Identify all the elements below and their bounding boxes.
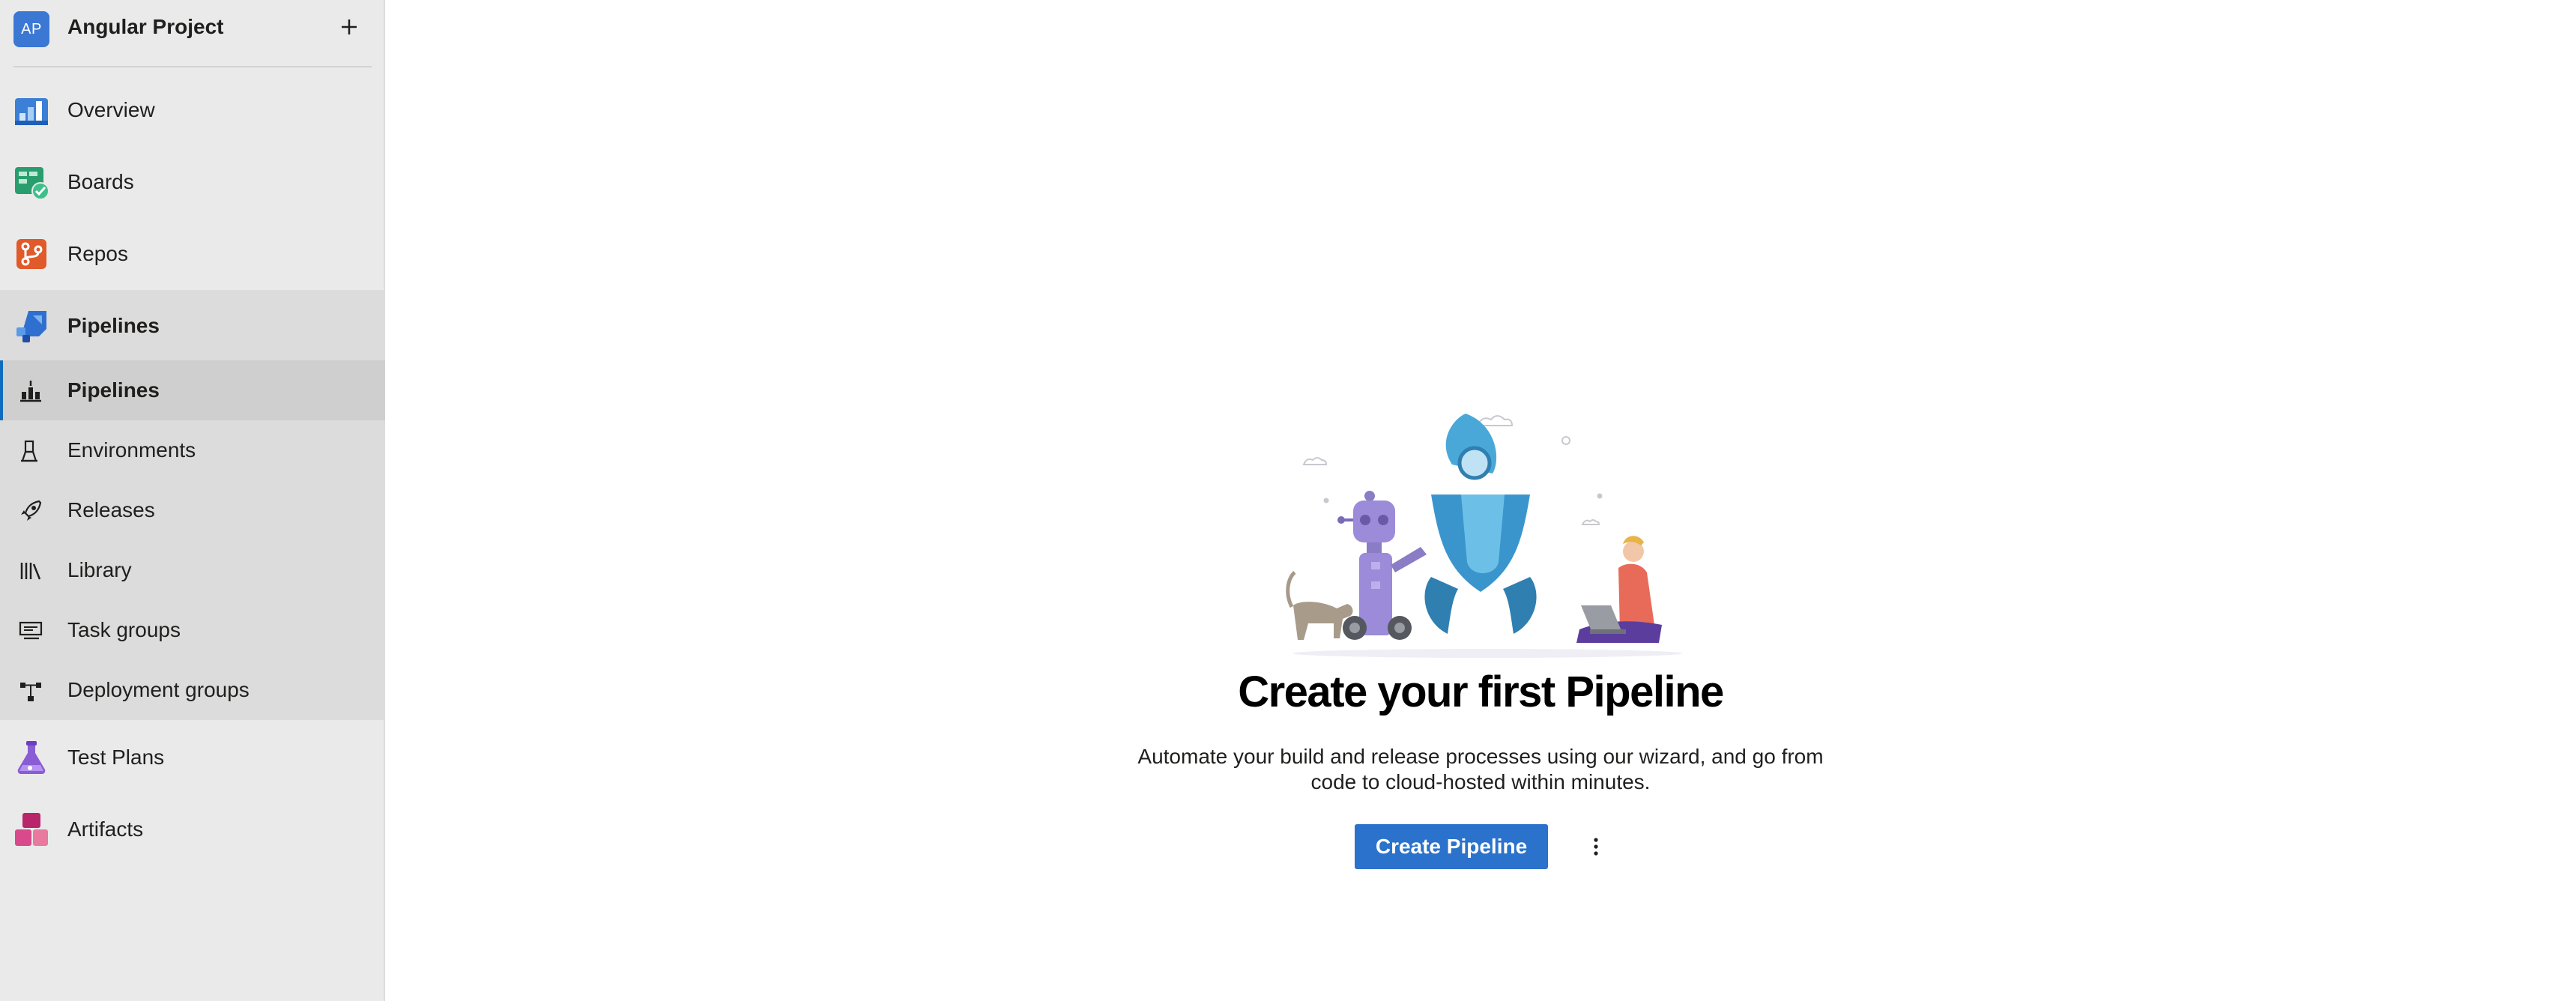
sub-label-pipelines: Pipelines — [67, 378, 160, 402]
test-plans-icon — [17, 741, 46, 774]
sub-label-deployment-groups: Deployment groups — [67, 678, 250, 701]
sub-label-releases: Releases — [67, 498, 155, 521]
empty-state-title: Create your first Pipeline — [1238, 668, 1724, 716]
library-icon — [20, 563, 41, 580]
more-vertical-icon[interactable] — [1579, 830, 1612, 863]
sub-label-task-groups: Task groups — [67, 618, 181, 641]
nav-item-boards[interactable]: Boards — [0, 146, 385, 218]
deployment-group-icon — [20, 683, 41, 701]
environment-icon — [21, 440, 37, 462]
nav-label-artifacts: Artifacts — [67, 817, 144, 841]
description-line-2: code to cloud-hosted within minutes. — [1310, 770, 1651, 793]
create-pipeline-button[interactable]: Create Pipeline — [1355, 824, 1548, 869]
project-header[interactable]: AP Angular Project — [0, 0, 385, 66]
rocket-icon — [21, 500, 42, 521]
nav-item-artifacts[interactable]: Artifacts — [0, 793, 385, 865]
sub-item-environments[interactable]: Environments — [0, 420, 385, 480]
task-group-icon — [19, 621, 43, 640]
nav-item-repos[interactable]: Repos — [0, 218, 385, 290]
repos-icon — [16, 239, 46, 269]
project-name[interactable]: Angular Project — [67, 15, 223, 39]
overview-icon — [15, 98, 48, 125]
sidebar: AP Angular Project Overview Boards Repos… — [0, 0, 385, 1001]
pipelines-submenu: Pipelines Environments Releases Library … — [0, 360, 385, 720]
sub-label-library: Library — [67, 558, 132, 581]
empty-state-description: Automate your build and release processe… — [385, 744, 2576, 795]
project-divider — [13, 66, 372, 67]
main-content: Create your first Pipeline Automate your… — [385, 0, 2576, 1001]
plus-icon[interactable] — [336, 13, 363, 40]
pipelines-icon — [16, 311, 46, 342]
sub-label-environments: Environments — [67, 438, 196, 462]
nav-item-pipelines[interactable]: Pipelines — [0, 290, 385, 362]
nav-label-repos: Repos — [67, 242, 128, 265]
sub-item-task-groups[interactable]: Task groups — [0, 600, 385, 660]
nav-label-boards: Boards — [67, 170, 134, 193]
sub-item-library[interactable]: Library — [0, 540, 385, 600]
sub-item-pipelines[interactable]: Pipelines — [0, 360, 385, 420]
boards-icon — [15, 167, 49, 200]
nav-item-test-plans[interactable]: Test Plans — [0, 722, 385, 793]
nav-label-pipelines: Pipelines — [67, 314, 160, 337]
artifacts-icon — [15, 813, 48, 846]
description-line-1: Automate your build and release processe… — [1137, 745, 1824, 768]
pipeline-illustration — [1286, 414, 1682, 658]
pipeline-icon — [20, 381, 41, 402]
project-avatar: AP — [13, 11, 49, 47]
sub-item-deployment-groups[interactable]: Deployment groups — [0, 660, 385, 720]
nav-item-overview[interactable]: Overview — [0, 74, 385, 146]
nav-label-test-plans: Test Plans — [67, 746, 165, 769]
sub-item-releases[interactable]: Releases — [0, 480, 385, 540]
nav-label-overview: Overview — [67, 98, 155, 121]
